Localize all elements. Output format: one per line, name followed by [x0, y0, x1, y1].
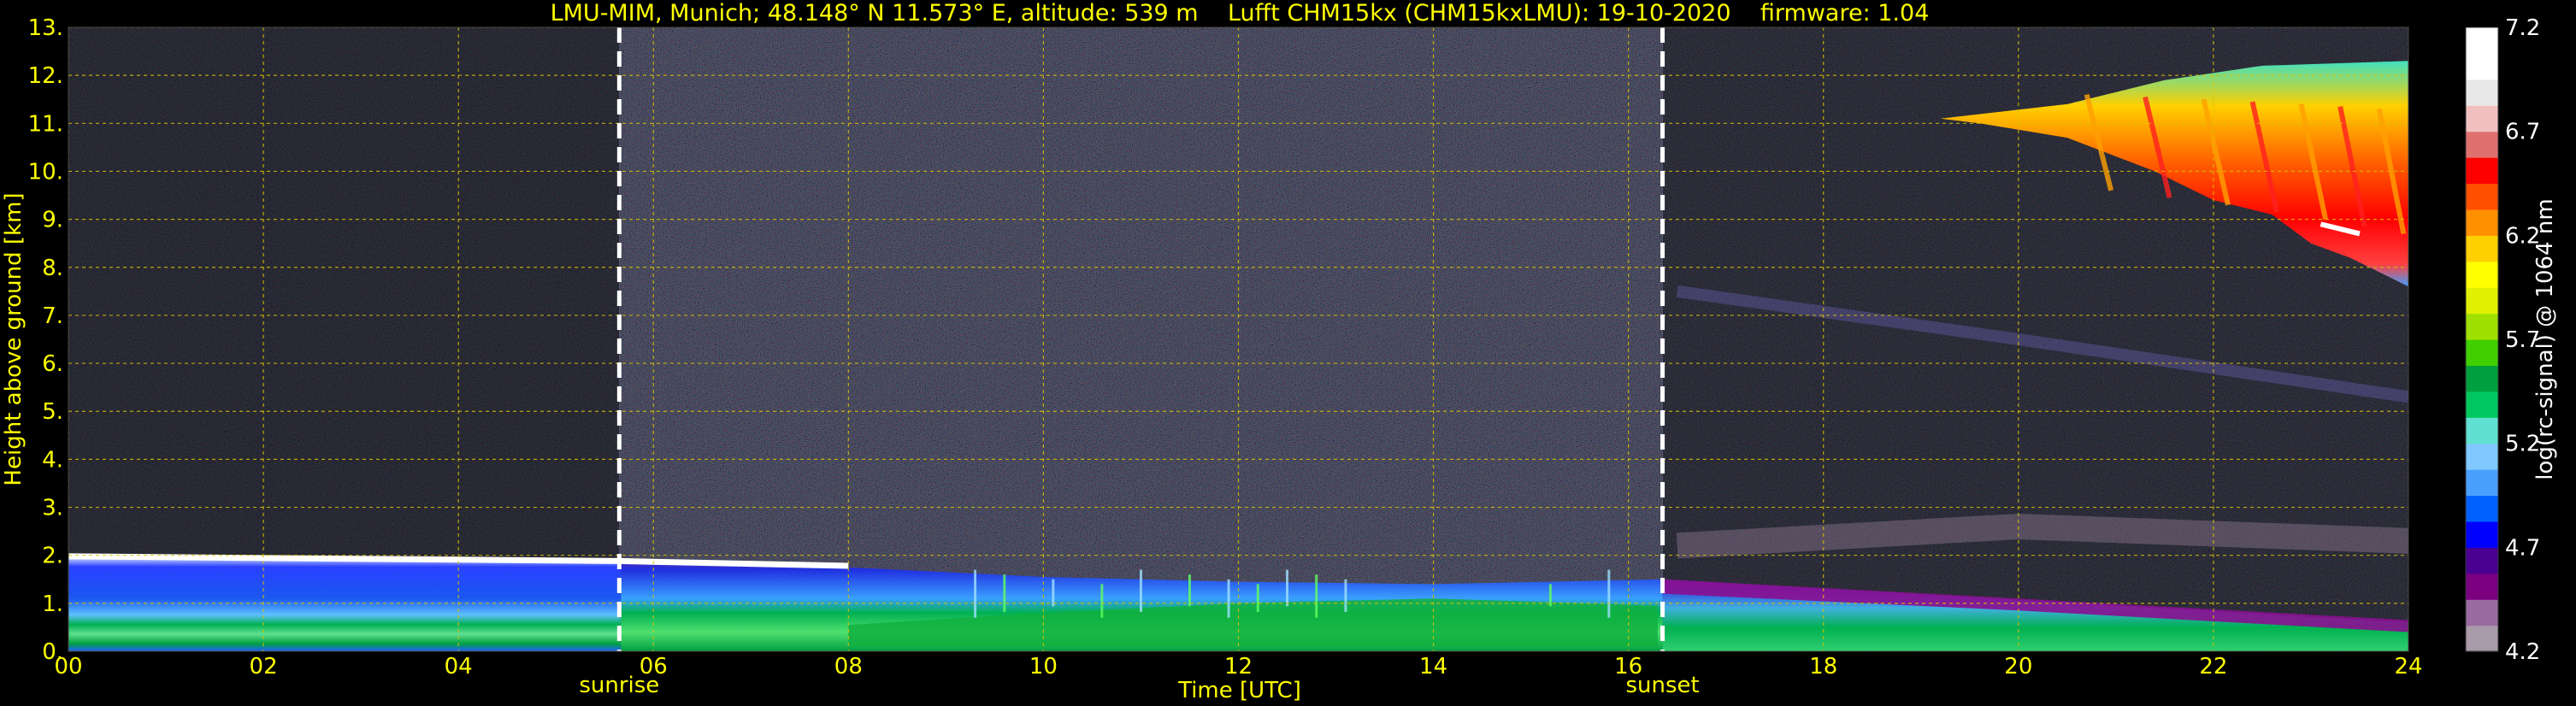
colorbar-tick-label: 7.2 — [2505, 15, 2540, 41]
y-tick-label: 0. — [42, 639, 63, 665]
x-tick-label: 22 — [2199, 654, 2227, 680]
y-tick-label: 6. — [42, 351, 63, 377]
y-tick-label: 11. — [28, 111, 63, 137]
colorbar-segment — [2466, 443, 2498, 470]
y-tick-label: 3. — [42, 496, 63, 521]
colorbar-tick-label: 4.2 — [2505, 639, 2540, 665]
x-tick-label: 14 — [1419, 654, 1447, 680]
x-axis-ticks: 00 02 04 06 08 10 12 14 16 18 20 22 24 — [54, 654, 2422, 680]
y-tick-label: 4. — [42, 447, 63, 473]
colorbar — [2465, 26, 2499, 652]
colorbar-segment — [2466, 339, 2498, 367]
colorbar-tick-label: 6.7 — [2505, 120, 2540, 145]
sunrise-label: sunrise — [579, 673, 659, 698]
colorbar-segment — [2466, 53, 2498, 80]
sun-annotations: sunrise sunset — [579, 673, 1699, 698]
colorbar-segment — [2466, 27, 2498, 55]
colorbar-segment — [2466, 235, 2498, 262]
y-axis-ticks: 0. 1. 2. 3. 4. 5. 6. 7. 8. 9. 10. 11. 12. 13. — [28, 15, 63, 665]
colorbar-segment — [2466, 599, 2498, 627]
y-tick-label: 13. — [28, 15, 63, 41]
colorbar-segment — [2466, 573, 2498, 600]
colorbar-segment — [2466, 209, 2498, 236]
colorbar-segment — [2466, 131, 2498, 158]
ceilometer-chart: 00 02 04 06 08 10 12 14 16 18 20 22 24 0.1.2.3.4.5.6… — [1, 0, 2558, 703]
colorbar-segment — [2466, 287, 2498, 315]
colorbar-label: log(rc-signal) @ 1064 nm — [2532, 198, 2558, 479]
x-tick-label: 02 — [250, 654, 278, 680]
colorbar-tick-label: 4.7 — [2505, 535, 2540, 561]
y-tick-label: 8. — [42, 256, 63, 281]
y-tick-label: 2. — [42, 544, 63, 569]
colorbar-segment — [2466, 391, 2498, 418]
colorbar-segment — [2466, 157, 2498, 185]
plot-area — [68, 27, 2408, 651]
chart-title: LMU-MIM, Munich; 48.148° N 11.573° E, al… — [551, 0, 1930, 26]
colorbar-segment — [2466, 313, 2498, 340]
x-tick-label: 10 — [1029, 654, 1058, 680]
y-tick-label: 7. — [42, 303, 63, 329]
x-tick-label: 24 — [2394, 654, 2422, 680]
colorbar-segment — [2466, 261, 2498, 288]
colorbar-segment — [2466, 469, 2498, 497]
colorbar-segment — [2466, 417, 2498, 444]
noise-field-day — [619, 27, 1663, 651]
x-tick-label: 08 — [834, 654, 863, 680]
y-axis-label: Height above ground [km] — [1, 192, 27, 485]
y-tick-label: 5. — [42, 399, 63, 425]
y-tick-label: 12. — [28, 63, 63, 89]
x-tick-label: 20 — [2004, 654, 2032, 680]
colorbar-segment — [2466, 521, 2498, 548]
colorbar-segment — [2466, 183, 2498, 210]
colorbar-segment — [2466, 365, 2498, 392]
y-tick-label: 1. — [42, 591, 63, 617]
colorbar-segment — [2466, 495, 2498, 522]
x-tick-label: 04 — [445, 654, 473, 680]
x-axis-label: Time [UTC] — [1177, 678, 1301, 703]
colorbar-segment — [2466, 105, 2498, 132]
y-tick-label: 9. — [42, 208, 63, 233]
colorbar-segment — [2466, 547, 2498, 574]
x-tick-label: 12 — [1224, 654, 1253, 680]
colorbar-segment — [2466, 79, 2498, 106]
x-tick-label: 18 — [1809, 654, 1837, 680]
colorbar-segment — [2466, 625, 2498, 652]
y-tick-label: 10. — [28, 159, 63, 185]
sunset-label: sunset — [1625, 673, 1699, 698]
